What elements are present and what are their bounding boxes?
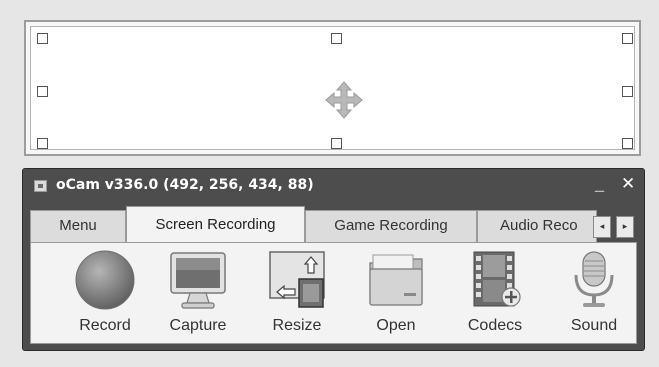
toolbar: Record Capture Resize Open Codecs Sound [30,242,637,344]
tab-menu[interactable]: Menu [30,210,126,242]
open-label: Open [376,317,416,334]
capture-label: Capture [169,317,227,334]
record-button[interactable]: Record [66,247,144,341]
folder-icon [369,254,423,306]
tab-audio-recording[interactable]: Audio Reco [477,210,597,242]
resize-handle-bottom-left[interactable] [37,138,48,149]
close-button[interactable]: ✕ [621,174,635,194]
resize-handle-middle-right[interactable] [622,86,633,97]
resize-handle-top-center[interactable] [331,33,342,44]
resize-handle-top-right[interactable] [622,33,633,44]
capture-button[interactable]: Capture [159,247,237,341]
codecs-button[interactable]: Codecs [456,247,534,341]
monitor-icon [170,252,226,309]
microphone-icon [574,251,614,307]
capture-region[interactable] [24,20,641,156]
ocam-window: oCam v336.0 (492, 256, 434, 88) _ ✕ Menu… [22,168,645,351]
resize-handle-middle-left[interactable] [37,86,48,97]
record-icon [75,250,135,310]
resize-icon [269,251,325,308]
film-icon [473,251,521,307]
resize-handle-bottom-right[interactable] [622,138,633,149]
sound-button[interactable]: Sound [555,247,633,341]
window-title: oCam v336.0 (492, 256, 434, 88) [56,177,314,193]
tab-scroll-left-button[interactable]: ◂ [593,216,611,238]
sound-label: Sound [570,317,618,334]
minimize-button[interactable]: _ [595,173,604,193]
capture-area[interactable] [30,26,635,150]
tab-scroll-right-button[interactable]: ▸ [616,216,634,238]
title-bar[interactable]: oCam v336.0 (492, 256, 434, 88) _ ✕ [23,169,644,203]
tab-screen-recording[interactable]: Screen Recording [126,206,305,242]
resize-button[interactable]: Resize [258,247,336,341]
tab-game-recording[interactable]: Game Recording [305,210,477,242]
move-arrows-icon[interactable] [325,81,363,119]
tab-bar: Menu Screen Recording Game Recording Aud… [30,206,637,242]
resize-handle-bottom-center[interactable] [331,138,342,149]
resize-label: Resize [272,317,322,334]
resize-handle-top-left[interactable] [37,33,48,44]
record-label: Record [79,317,131,334]
open-button[interactable]: Open [357,247,435,341]
codecs-label: Codecs [467,317,523,334]
app-icon [34,180,47,192]
